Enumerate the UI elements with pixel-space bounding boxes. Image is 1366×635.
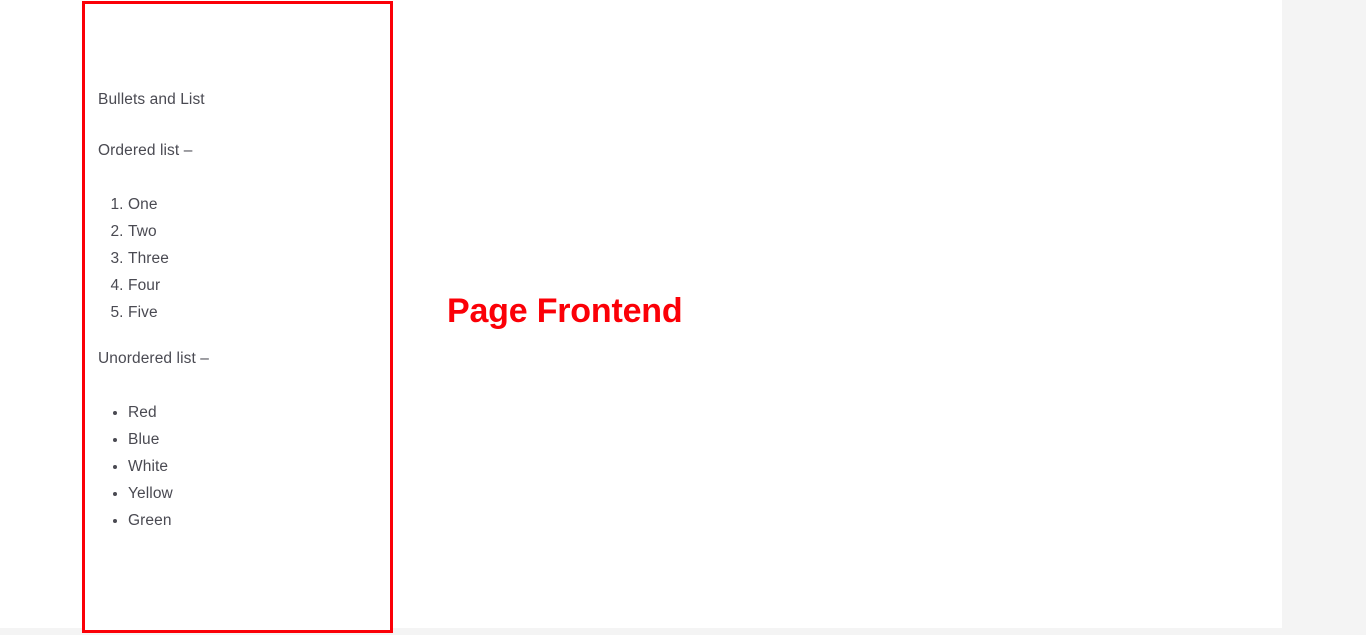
list-item: Blue [128, 426, 173, 453]
list-item: White [128, 453, 173, 480]
unordered-list: Red Blue White Yellow Green [98, 399, 173, 534]
content-column: Bullets and List Ordered list – One Two … [98, 0, 358, 635]
ordered-list: One Two Three Four Five [98, 191, 169, 326]
list-item: Yellow [128, 480, 173, 507]
list-item: Red [128, 399, 173, 426]
heading-unordered-list: Unordered list – [98, 350, 210, 367]
page-frontend-annotation: Page Frontend [447, 292, 683, 330]
list-item: Two [128, 218, 169, 245]
heading-bullets-and-list: Bullets and List [98, 91, 205, 108]
list-item: Five [128, 299, 169, 326]
list-item: Green [128, 507, 173, 534]
heading-ordered-list: Ordered list – [98, 142, 193, 159]
list-item: Three [128, 245, 169, 272]
list-item: Four [128, 272, 169, 299]
list-item: One [128, 191, 169, 218]
